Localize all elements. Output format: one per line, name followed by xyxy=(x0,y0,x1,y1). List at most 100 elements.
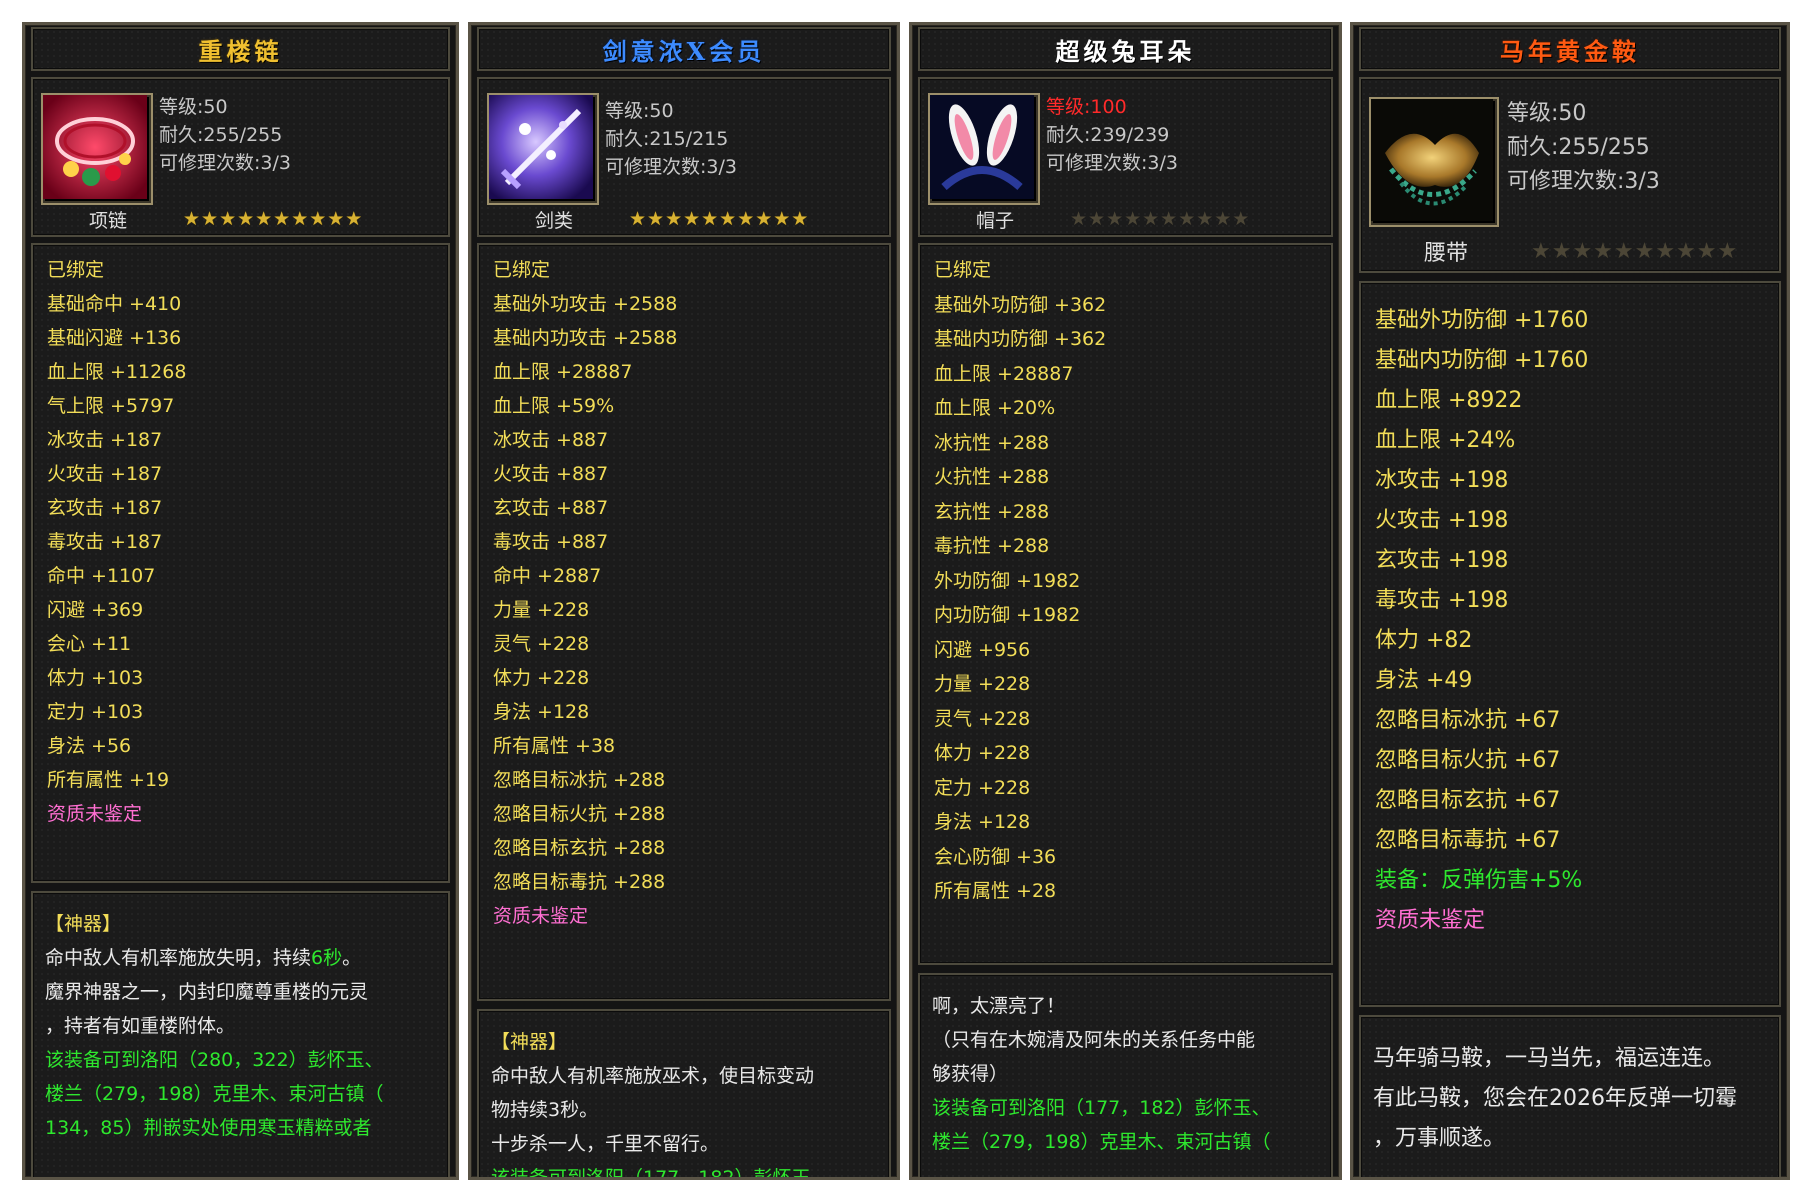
item-card-necklace: 重楼链 等级:50 耐久:255/255 可修理次数:3/3 项链 ★★★★★★… xyxy=(22,22,459,1180)
stat-line: 血上限 +8922 xyxy=(1375,388,1523,413)
stat-line: 力量 +228 xyxy=(493,599,590,621)
star-rating: ★★★★★★★★★★ xyxy=(1531,238,1739,264)
item-title: 超级兔耳朵 xyxy=(1055,36,1196,66)
star-rating: ★★★★★★★★★★ xyxy=(1070,208,1251,230)
type-row: 剑类 ★★★★★★★★★★ xyxy=(479,203,889,235)
desc-highlight: 6秒 xyxy=(311,947,343,969)
repair-count-text: 可修理次数:3/3 xyxy=(605,156,737,178)
stat-line: 忽略目标毒抗 +288 xyxy=(493,871,666,893)
stat-line: 血上限 +28887 xyxy=(493,361,633,383)
stat-line: 内功防御 +1982 xyxy=(934,604,1081,626)
stat-line: 火攻击 +198 xyxy=(1375,508,1509,533)
stat-line: 闪避 +369 xyxy=(47,599,144,621)
stat-line: 灵气 +228 xyxy=(934,707,1031,730)
stat-line: 会心防御 +36 xyxy=(934,845,1057,868)
stat-line: 毒攻击 +198 xyxy=(1375,588,1509,613)
stat-line: 忽略目标火抗 +67 xyxy=(1375,748,1561,773)
stat-line: 基础命中 +410 xyxy=(47,293,182,315)
stat-line: 体力 +228 xyxy=(493,667,590,689)
stat-line: 毒攻击 +887 xyxy=(493,531,609,553)
title-bar: 超级兔耳朵 xyxy=(918,27,1333,71)
stat-line: 忽略目标冰抗 +67 xyxy=(1375,708,1561,733)
stat-line: 所有属性 +28 xyxy=(934,880,1057,902)
item-stats: 等级:50 耐久:255/255 可修理次数:3/3 xyxy=(1507,97,1660,199)
stat-line: 身法 +128 xyxy=(493,701,590,723)
stat-line: 基础外功防御 +1760 xyxy=(1375,308,1589,333)
stat-line: 体力 +228 xyxy=(934,742,1031,764)
stat-line: 冰攻击 +187 xyxy=(47,429,163,451)
desc-line: （只有在木婉清及阿朱的关系任务中能 xyxy=(932,1029,1256,1051)
bound-status: 已绑定 xyxy=(47,259,105,281)
stat-line: 基础内功攻击 +2588 xyxy=(493,327,678,349)
item-card-hat: 超级兔耳朵 等级:100 耐久:239/239 可修理次数:3/3 帽子 ★★★… xyxy=(909,22,1342,1180)
repair-count-text: 可修理次数:3/3 xyxy=(159,152,291,174)
stat-line: 玄抗性 +288 xyxy=(934,500,1050,523)
durability-text: 耐久:215/215 xyxy=(605,128,729,150)
stat-line: 身法 +128 xyxy=(934,811,1031,833)
description-panel: 【神器】 命中敌人有机率施放巫术，使目标变动 物持续3秒。 十步杀一人，千里不留… xyxy=(477,1009,891,1177)
star-rating: ★★★★★★★★★★ xyxy=(629,208,810,230)
type-row: 帽子 ★★★★★★★★★★ xyxy=(920,203,1331,235)
repair-count-text: 可修理次数:3/3 xyxy=(1507,169,1660,194)
item-title: 重楼链 xyxy=(198,36,283,66)
title-bar: 剑意浓X会员 xyxy=(477,27,891,71)
equip-effect: 装备：反弹伤害+5% xyxy=(1375,868,1583,893)
level-text: 等级:50 xyxy=(605,100,674,122)
stat-line: 身法 +56 xyxy=(47,735,132,757)
durability-text: 耐久:255/255 xyxy=(1507,135,1650,160)
stat-line: 体力 +103 xyxy=(47,667,144,689)
durability-text: 耐久:255/255 xyxy=(159,124,283,146)
desc-text: 。 xyxy=(342,947,362,969)
artifact-tag: 【神器】 xyxy=(45,913,122,935)
properties-panel: 基础外功防御 +1760 基础内功防御 +1760 血上限 +8922 血上限 … xyxy=(1359,281,1781,1007)
description-panel: 啊，太漂亮了！ （只有在木婉清及阿朱的关系任务中能 够获得） 该装备可到洛阳（1… xyxy=(918,973,1333,1177)
item-header: 等级:50 耐久:255/255 可修理次数:3/3 腰带 ★★★★★★★★★★ xyxy=(1359,77,1781,273)
item-stats: 等级:50 耐久:255/255 可修理次数:3/3 xyxy=(159,93,291,177)
stat-line: 气上限 +5797 xyxy=(47,395,175,417)
location-line: 134，85）荆嵌实处使用寒玉精粹或者 xyxy=(45,1117,372,1139)
stat-line: 血上限 +20% xyxy=(934,397,1056,419)
stat-line: 定力 +103 xyxy=(47,701,144,723)
item-type: 腰带 xyxy=(1423,241,1468,266)
properties-panel: 已绑定 基础外功攻击 +2588 基础内功攻击 +2588 血上限 +28887… xyxy=(477,243,891,1001)
location-line: 楼兰（279，198）克里木、束河古镇（ xyxy=(932,1131,1271,1153)
stat-line: 血上限 +11268 xyxy=(47,361,187,383)
item-stats: 等级:50 耐久:215/215 可修理次数:3/3 xyxy=(605,97,737,181)
stat-line: 基础外功攻击 +2588 xyxy=(493,293,678,315)
stat-line: 血上限 +28887 xyxy=(934,362,1074,385)
stat-line: 毒抗性 +288 xyxy=(934,535,1050,557)
stat-line: 基础内功防御 +1760 xyxy=(1375,348,1589,373)
stat-line: 火攻击 +887 xyxy=(493,463,609,485)
aptitude-status: 资质未鉴定 xyxy=(47,803,143,825)
location-line: 该装备可到洛阳（177，182）彭怀玉、 xyxy=(932,1097,1271,1119)
star-rating: ★★★★★★★★★★ xyxy=(183,208,364,230)
item-header: 等级:50 耐久:255/255 可修理次数:3/3 项链 ★★★★★★★★★★ xyxy=(31,77,450,237)
stat-line: 闪避 +956 xyxy=(934,638,1031,661)
stat-line: 外功防御 +1982 xyxy=(934,569,1081,592)
repair-count-text: 可修理次数:3/3 xyxy=(1046,152,1178,174)
level-text: 等级:50 xyxy=(159,96,228,118)
stat-line: 玄攻击 +198 xyxy=(1375,548,1509,573)
desc-line: 十步杀一人，千里不留行。 xyxy=(491,1133,720,1155)
properties-panel: 已绑定 基础命中 +410 基础闪避 +136 血上限 +11268 气上限 +… xyxy=(31,243,450,883)
stat-line: 基础闪避 +136 xyxy=(47,327,182,349)
stat-line: 冰抗性 +288 xyxy=(934,431,1050,454)
bound-status: 已绑定 xyxy=(934,259,992,281)
stat-line: 命中 +1107 xyxy=(47,565,156,587)
stat-line: 会心 +11 xyxy=(47,633,132,655)
item-header: 等级:50 耐久:215/215 可修理次数:3/3 剑类 ★★★★★★★★★★ xyxy=(477,77,891,237)
stat-line: 冰攻击 +198 xyxy=(1375,468,1509,493)
purple-sword-icon xyxy=(487,93,599,205)
stat-line: 玄攻击 +887 xyxy=(493,497,609,519)
stat-line: 忽略目标毒抗 +67 xyxy=(1375,828,1561,853)
stat-line: 毒攻击 +187 xyxy=(47,531,163,553)
desc-line: 马年骑马鞍，一马当先，福运连连。 xyxy=(1373,1046,1726,1071)
desc-line: 命中敌人有机率施放巫术，使目标变动 xyxy=(491,1065,815,1087)
properties-panel: 已绑定 基础外功防御 +362 基础内功防御 +362 血上限 +28887 血… xyxy=(918,243,1333,965)
stat-line: 火攻击 +187 xyxy=(47,463,163,485)
stat-line: 冰攻击 +887 xyxy=(493,429,609,451)
stat-line: 血上限 +24% xyxy=(1375,428,1516,453)
stat-line: 忽略目标玄抗 +288 xyxy=(493,837,666,859)
location-line: 该装备可到洛阳（280，322）彭怀玉、 xyxy=(45,1049,384,1071)
item-header: 等级:100 耐久:239/239 可修理次数:3/3 帽子 ★★★★★★★★★… xyxy=(918,77,1333,237)
